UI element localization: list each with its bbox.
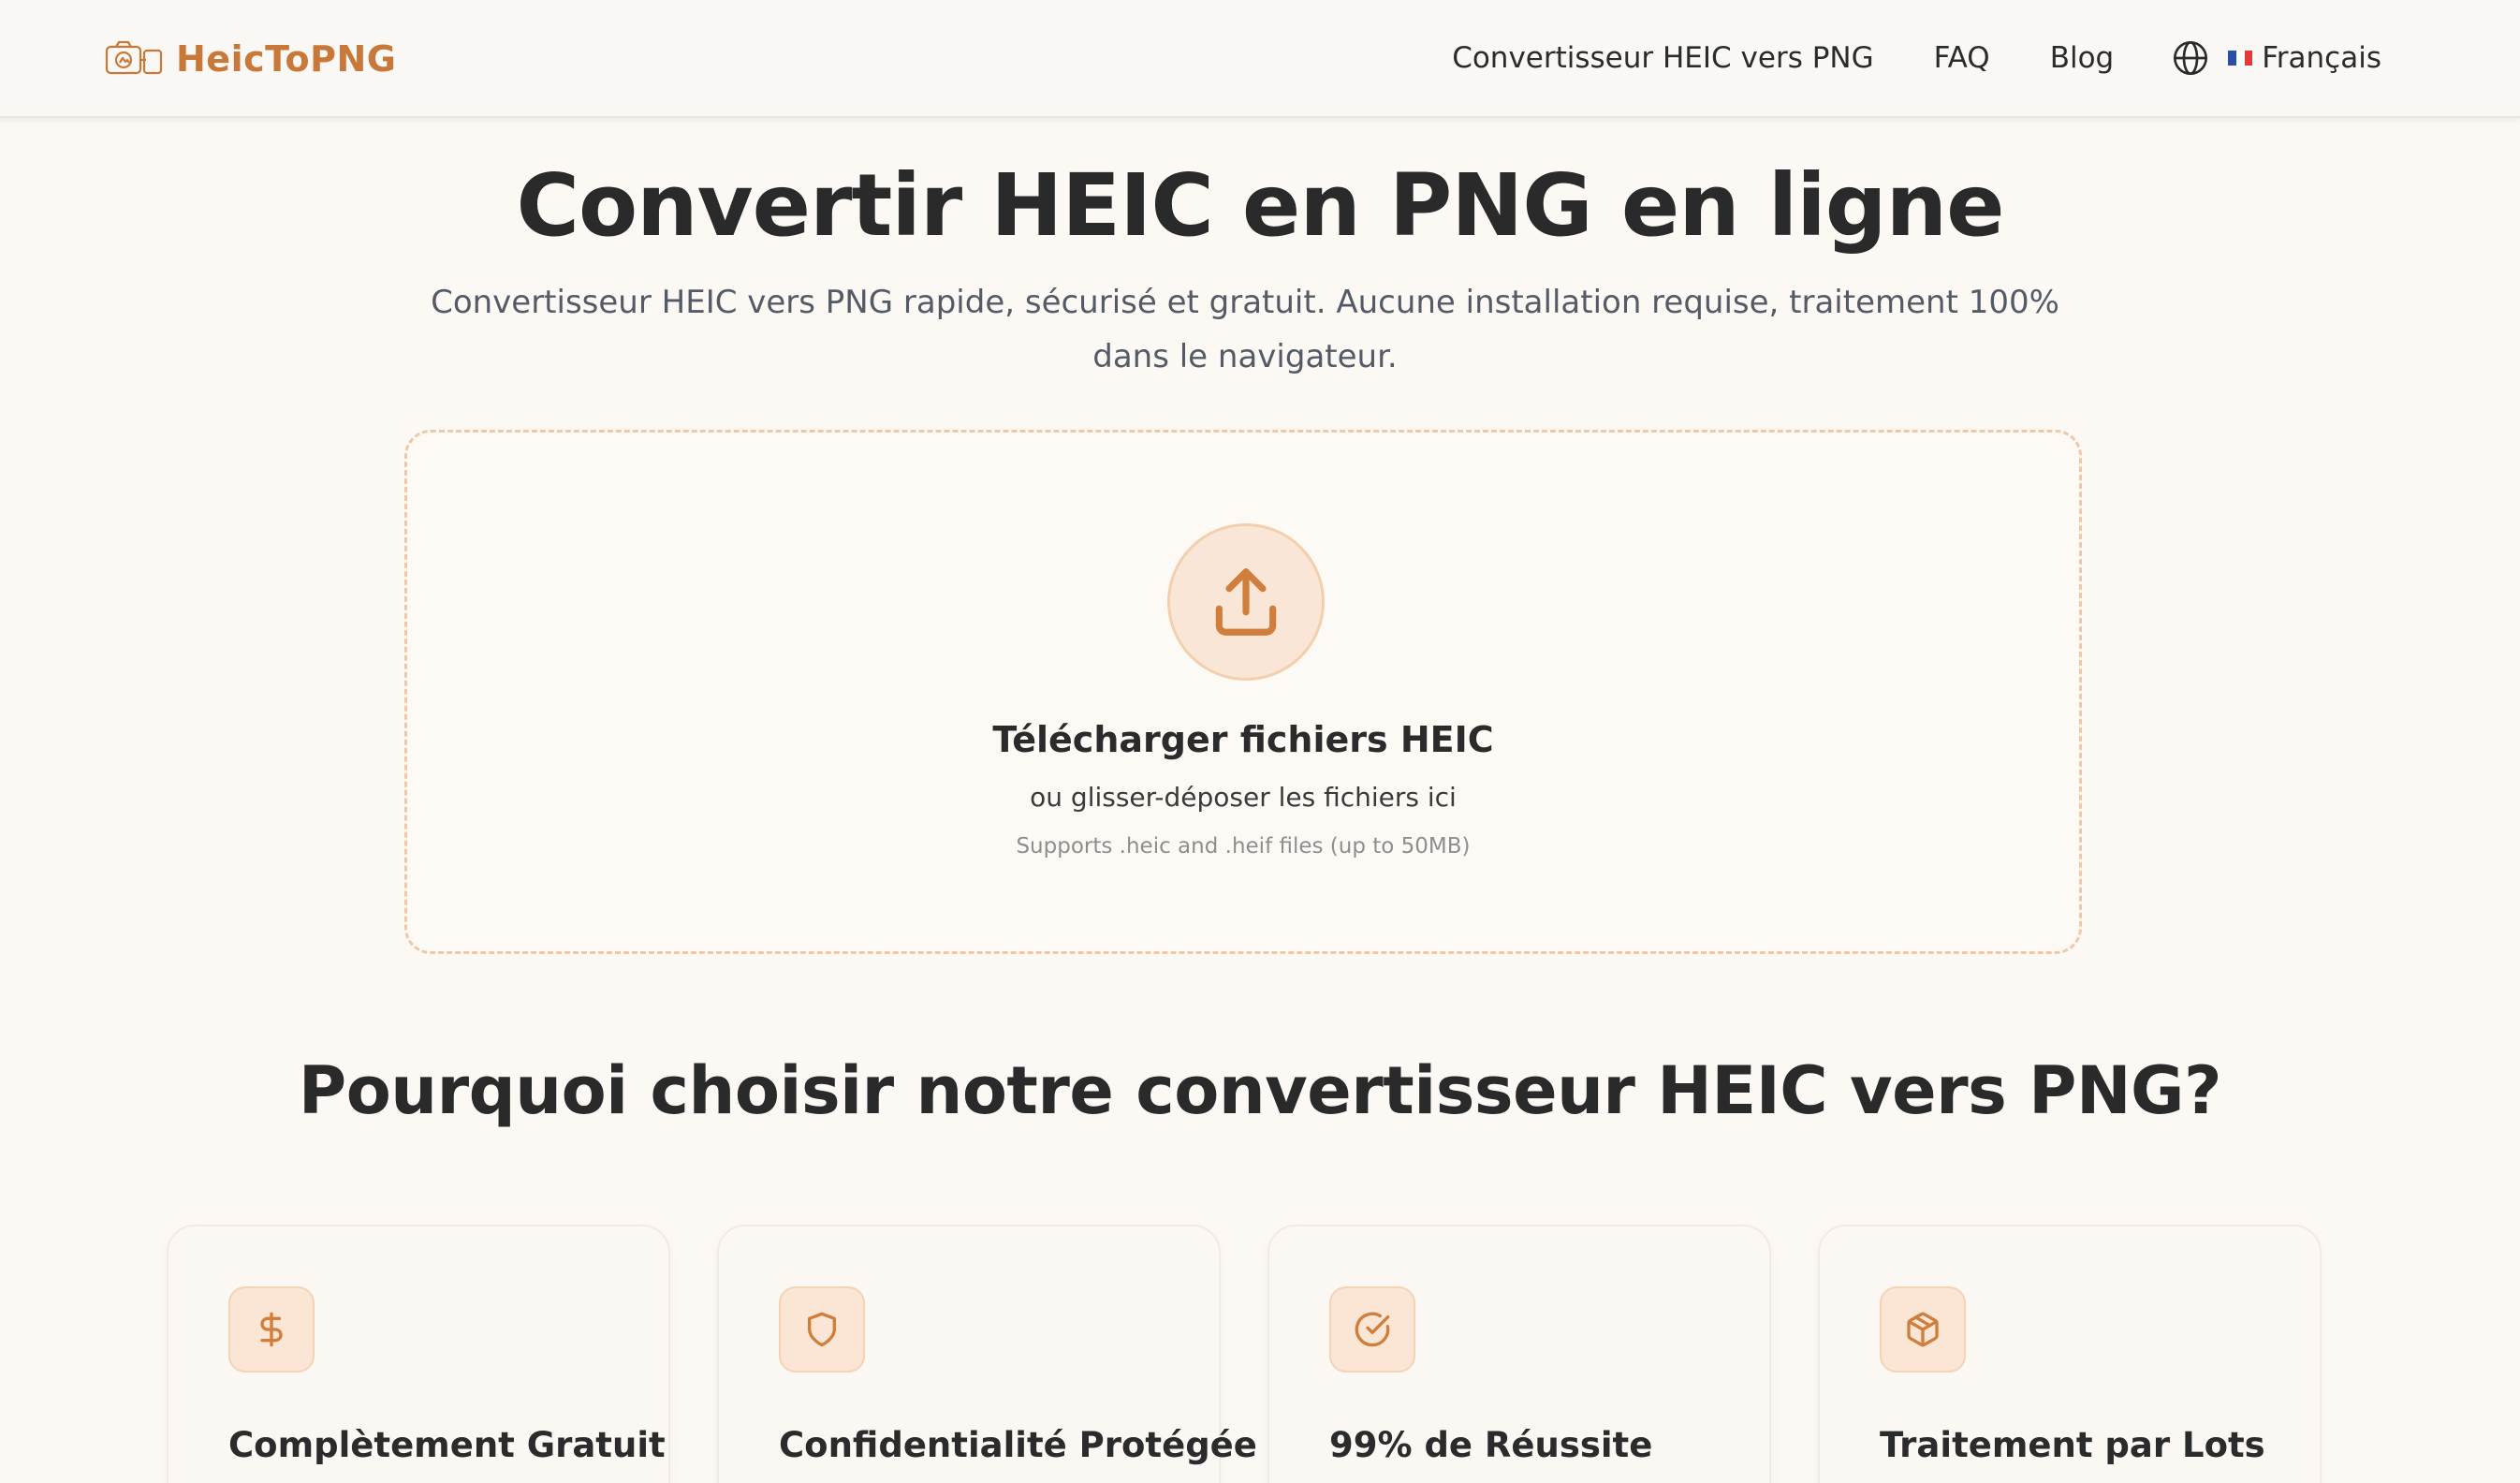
- feature-icon-box: [779, 1286, 865, 1373]
- dropzone-file-note: Supports .heic and .heif files (up to 50…: [1016, 834, 1471, 859]
- dollar-icon: [260, 1312, 283, 1347]
- feature-card-success: 99% de Réussite: [1267, 1225, 1771, 1483]
- why-section-title: Pourquoi choisir notre convertisseur HEI…: [298, 1052, 2222, 1129]
- page-subtitle: Convertisseur HEIC vers PNG rapide, sécu…: [431, 284, 2059, 375]
- package-icon: [1907, 1312, 1939, 1347]
- french-flag-icon: [2228, 51, 2253, 66]
- logo[interactable]: HeicToPNG: [105, 36, 396, 82]
- upload-button[interactable]: [1167, 523, 1325, 681]
- dropzone-title: Télécharger fichiers HEIC: [992, 719, 1494, 760]
- feature-card-title: Complètement Gratuit: [228, 1425, 666, 1465]
- upload-icon: [1215, 568, 1277, 636]
- language-label: Français: [2262, 41, 2381, 75]
- feature-icon-box: [228, 1286, 315, 1373]
- page-title: Convertir HEIC en PNG en ligne: [516, 155, 2004, 256]
- nav-converter-link[interactable]: Convertisseur HEIC vers PNG: [1452, 41, 1873, 75]
- site-header: HeicToPNG Convertisseur HEIC vers PNG FA…: [0, 0, 2520, 118]
- logo-text: HeicToPNG: [176, 38, 397, 80]
- camera-logo-icon: [105, 40, 163, 75]
- shield-icon: [808, 1312, 836, 1347]
- feature-card-batch: Traitement par Lots: [1818, 1225, 2322, 1483]
- feature-card-title: Traitement par Lots: [1880, 1425, 2265, 1465]
- globe-icon: [2174, 41, 2208, 75]
- nav-faq-link[interactable]: FAQ: [1934, 41, 1990, 75]
- check-circle-icon: [1355, 1312, 1390, 1347]
- feature-card-title: 99% de Réussite: [1329, 1425, 1653, 1465]
- feature-icon-box: [1880, 1286, 1966, 1373]
- feature-card-title: Confidentialité Protégée: [779, 1425, 1257, 1465]
- dropzone-subtitle: ou glisser-déposer les fichiers ici: [1030, 782, 1457, 813]
- file-dropzone[interactable]: Télécharger fichiers HEIC ou glisser-dép…: [404, 430, 2082, 954]
- nav-blog-link[interactable]: Blog: [2050, 41, 2115, 75]
- language-selector[interactable]: Français: [2172, 39, 2381, 77]
- feature-card-privacy: Confidentialité Protégée: [717, 1225, 1257, 1483]
- feature-icon-box: [1329, 1286, 1415, 1373]
- feature-card-free: Complètement Gratuit: [167, 1225, 670, 1483]
- main-nav: Convertisseur HEIC vers PNG FAQ Blog Fra…: [1452, 34, 2381, 82]
